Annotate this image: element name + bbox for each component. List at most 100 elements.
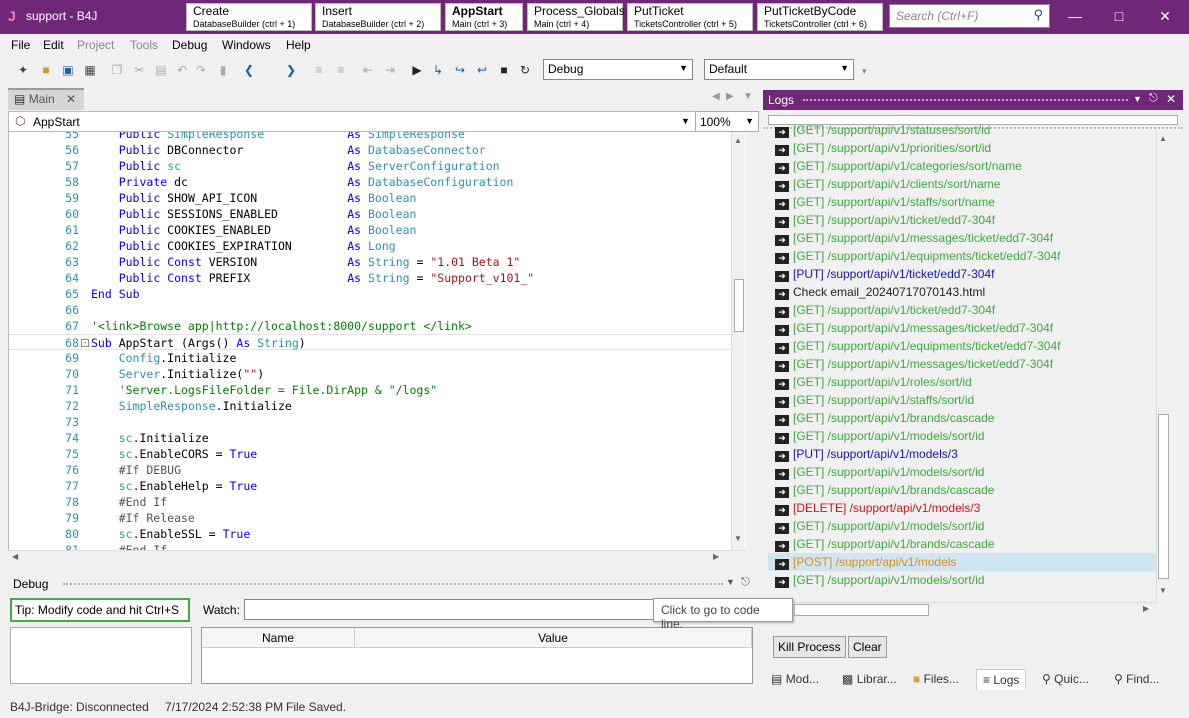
paste-icon[interactable]: ▤	[152, 61, 170, 79]
panel-menu-icon[interactable]: ▼	[726, 577, 735, 587]
code-line[interactable]: 65 End Sub	[9, 286, 745, 302]
quick-tab[interactable]: AppStart Main (ctrl + 3)	[445, 3, 523, 31]
scroll-down-icon[interactable]: ▼	[734, 534, 742, 543]
watch-column-name[interactable]: Name	[202, 628, 355, 648]
log-entry[interactable]: ➜ [DELETE] /support/api/v1/models/3	[768, 499, 1160, 517]
maximize-button[interactable]: □	[1104, 6, 1134, 28]
run-icon[interactable]: ▶	[408, 61, 426, 79]
code-line[interactable]: 66	[9, 302, 745, 318]
platform-select[interactable]: Default ▼	[704, 59, 854, 80]
log-entry[interactable]: ➜ [GET] /support/api/v1/categories/sort/n…	[768, 157, 1160, 175]
tab-modules[interactable]: ▤ Mod...	[765, 669, 825, 690]
scrollbar-thumb[interactable]	[734, 279, 744, 332]
close-panel-icon[interactable]: ✕	[1166, 92, 1176, 106]
tab-main[interactable]: ▤ Main ✕	[8, 88, 84, 110]
bookmark-icon[interactable]: ▮	[214, 61, 232, 79]
code-line[interactable]: 78 #End If	[9, 494, 745, 510]
code-line[interactable]: 73	[9, 414, 745, 430]
menu-edit[interactable]: Edit	[43, 38, 64, 52]
zoom-select[interactable]: 100% ▼	[695, 111, 759, 132]
code-editor[interactable]: 55 Public SimpleResponse As SimpleRespon…	[8, 132, 746, 550]
scroll-right-icon[interactable]: ▶	[713, 552, 719, 561]
log-entry[interactable]: ➜ [GET] /support/api/v1/clients/sort/name	[768, 175, 1160, 193]
code-line[interactable]: 69 Config.Initialize	[9, 350, 745, 366]
build-config-select[interactable]: Debug ▼	[543, 59, 693, 80]
log-entry[interactable]: ➜ [GET] /support/api/v1/ticket/edd7-304f	[768, 301, 1160, 319]
code-line[interactable]: 57 Public sc As ServerConfiguration	[9, 158, 745, 174]
log-entry[interactable]: ➜ [GET] /support/api/v1/models/sort/id	[768, 427, 1160, 445]
scroll-right-icon[interactable]: ▶	[1143, 604, 1149, 613]
menu-windows[interactable]: Windows	[222, 38, 271, 52]
step-out-icon[interactable]: ↩	[473, 61, 491, 79]
log-entry[interactable]: ➜ [GET] /support/api/v1/equipments/ticket…	[768, 337, 1160, 355]
log-entry[interactable]: ➜ [GET] /support/api/v1/models/sort/id	[768, 463, 1160, 481]
tab-files[interactable]: ■ Files...	[907, 669, 965, 690]
log-entry[interactable]: ➜ [GET] /support/api/v1/equipments/ticket…	[768, 247, 1160, 265]
log-entry[interactable]: ➜ [GET] /support/api/v1/models/sort/id	[768, 571, 1160, 589]
panel-grip[interactable]	[63, 583, 723, 585]
log-entry[interactable]: ➜ [GET] /support/api/v1/staffs/sort/id	[768, 391, 1160, 409]
code-line[interactable]: 55 Public SimpleResponse As SimpleRespon…	[9, 132, 745, 142]
log-entry[interactable]: ➜ [GET] /support/api/v1/ticket/edd7-304f	[768, 211, 1160, 229]
editor-vertical-scrollbar[interactable]: ▲ ▼	[731, 132, 745, 550]
save-icon[interactable]: ▣	[59, 61, 77, 79]
code-line[interactable]: 80 sc.EnableSSL = True	[9, 526, 745, 542]
kill-process-button[interactable]: Kill Process	[773, 636, 846, 658]
copy-icon[interactable]: ❐	[108, 61, 126, 79]
fold-toggle-icon[interactable]: -	[81, 339, 89, 347]
log-entry[interactable]: ➜ [GET] /support/api/v1/roles/sort/id	[768, 373, 1160, 391]
log-entry[interactable]: ➜ [GET] /support/api/v1/priorities/sort/i…	[768, 139, 1160, 157]
quick-tab[interactable]: Process_Globals Main (ctrl + 4)	[527, 3, 625, 31]
indent-icon[interactable]: ⇥	[381, 61, 399, 79]
debug-variables-list[interactable]	[10, 627, 192, 684]
code-line[interactable]: 64 Public Const PREFIX As String = "Supp…	[9, 270, 745, 286]
panel-menu-icon[interactable]: ▼	[1133, 94, 1142, 104]
current-sub[interactable]: AppStart	[33, 115, 80, 129]
new-file-icon[interactable]: ✦	[14, 61, 32, 79]
comment-icon[interactable]: ≡	[310, 61, 328, 79]
menu-debug[interactable]: Debug	[172, 38, 207, 52]
log-entry[interactable]: ➜ [GET] /support/api/v1/models/sort/id	[768, 517, 1160, 535]
minimize-button[interactable]: —	[1060, 6, 1090, 28]
log-entry[interactable]: ➜ [GET] /support/api/v1/statuses/sort/id	[768, 121, 1160, 139]
code-line[interactable]: 71 'Server.LogsFileFolder = File.DirApp …	[9, 382, 745, 398]
watch-grid[interactable]: Name Value	[201, 627, 753, 684]
search-icon[interactable]: ⚲	[1033, 7, 1043, 23]
scroll-up-icon[interactable]: ▲	[1159, 134, 1167, 143]
undo-icon[interactable]: ↶	[173, 61, 191, 79]
log-entry[interactable]: ➜ [PUT] /support/api/v1/models/3	[768, 445, 1160, 463]
code-line[interactable]: 72 SimpleResponse.Initialize	[9, 398, 745, 414]
code-line[interactable]: 59 Public SHOW_API_ICON As Boolean	[9, 190, 745, 206]
code-line[interactable]: 56 Public DBConnector As DatabaseConnect…	[9, 142, 745, 158]
stop-icon[interactable]: ■	[495, 61, 513, 79]
log-entry[interactable]: ➜ [GET] /support/api/v1/messages/ticket/e…	[768, 319, 1160, 337]
log-entry[interactable]: ➜ [GET] /support/api/v1/messages/ticket/e…	[768, 229, 1160, 247]
step-over-icon[interactable]: ↪	[451, 61, 469, 79]
menu-file[interactable]: File	[11, 38, 30, 52]
outdent-icon[interactable]: ⇤	[359, 61, 377, 79]
search-input[interactable]: Search (Ctrl+F) ⚲	[889, 4, 1050, 28]
pin-icon[interactable]: ⎋	[741, 576, 750, 589]
panel-grip[interactable]	[803, 99, 1128, 101]
menu-tools[interactable]: Tools	[130, 38, 158, 52]
code-line[interactable]: 70 Server.Initialize("")	[9, 366, 745, 382]
code-line[interactable]: 76 #If DEBUG	[9, 462, 745, 478]
log-entry[interactable]: ➜ [GET] /support/api/v1/messages/ticket/e…	[768, 355, 1160, 373]
scroll-tabs-right-icon[interactable]: ▶	[726, 91, 734, 102]
tabs-menu-icon[interactable]: ▼	[743, 91, 753, 102]
quick-tab[interactable]: PutTicketByCode TicketsController (ctrl +…	[757, 3, 883, 31]
scroll-down-icon[interactable]: ▼	[1159, 586, 1167, 595]
log-entry[interactable]: ➜ Check email_20240717070143.html	[768, 283, 1160, 301]
editor-horizontal-scrollbar[interactable]: ◀ ▶	[8, 550, 746, 564]
code-line[interactable]: 77 sc.EnableHelp = True	[9, 478, 745, 494]
code-line[interactable]: 58 Private dc As DatabaseConfiguration	[9, 174, 745, 190]
scrollbar-thumb[interactable]	[1158, 414, 1169, 579]
log-entry[interactable]: ➜ [GET] /support/api/v1/staffs/sort/name	[768, 193, 1160, 211]
code-line[interactable]: 68 Sub AppStart (Args() As String) -	[9, 334, 745, 350]
scrollbar-thumb[interactable]	[794, 604, 929, 616]
code-line[interactable]: 81 #End If	[9, 542, 745, 550]
menu-project[interactable]: Project	[77, 38, 114, 52]
code-line[interactable]: 74 sc.Initialize	[9, 430, 745, 446]
code-line[interactable]: 63 Public Const VERSION As String = "1.0…	[9, 254, 745, 270]
logs-vertical-scrollbar[interactable]: ▲ ▼	[1156, 130, 1170, 602]
